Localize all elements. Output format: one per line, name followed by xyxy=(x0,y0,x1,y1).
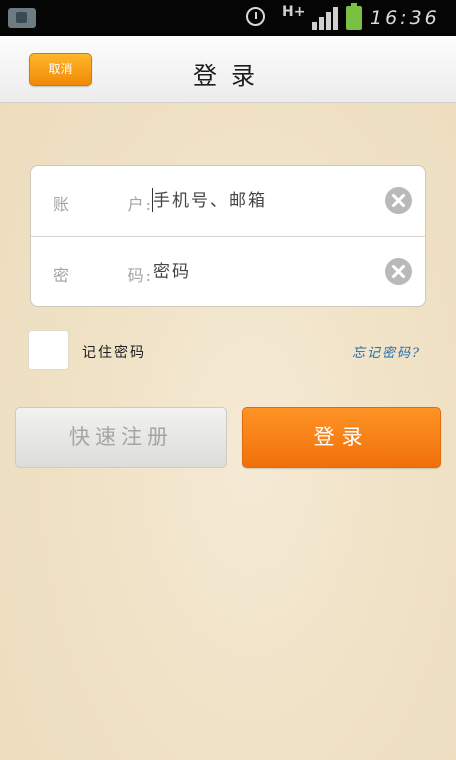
notification-icon xyxy=(8,8,36,28)
account-label: 账 户: xyxy=(53,191,153,215)
password-label-left: 密 xyxy=(53,266,72,285)
page-title: 登录 xyxy=(193,62,269,90)
account-row: 账 户: 手机号、邮箱 xyxy=(31,166,425,237)
account-input[interactable]: 手机号、邮箱 xyxy=(153,189,373,213)
title-bar: 取消 登录 xyxy=(0,36,456,103)
clear-password-icon[interactable] xyxy=(385,258,412,285)
clear-account-icon[interactable] xyxy=(385,187,412,214)
quick-register-button[interactable]: 快速注册 xyxy=(15,407,227,468)
password-row: 密 码: 密码 xyxy=(31,237,425,307)
status-bar: H+ 16:36 xyxy=(0,0,456,36)
account-label-left: 账 xyxy=(53,195,72,214)
login-button[interactable]: 登录 xyxy=(242,407,441,468)
account-label-right: 户: xyxy=(127,195,153,214)
password-label-right: 码: xyxy=(127,266,153,285)
signal-icon xyxy=(312,6,340,30)
remember-password-checkbox[interactable] xyxy=(28,330,69,370)
alarm-icon xyxy=(246,7,265,26)
remember-password-label[interactable]: 记住密码 xyxy=(82,342,146,362)
network-type: H+ xyxy=(282,4,306,20)
status-time: 16:36 xyxy=(370,7,440,29)
battery-icon xyxy=(346,3,362,30)
password-label: 密 码: xyxy=(53,262,153,286)
password-input[interactable]: 密码 xyxy=(153,260,373,284)
forgot-password-link[interactable]: 忘记密码? xyxy=(352,342,421,361)
login-form: 账 户: 手机号、邮箱 密 码: 密码 xyxy=(30,165,426,307)
